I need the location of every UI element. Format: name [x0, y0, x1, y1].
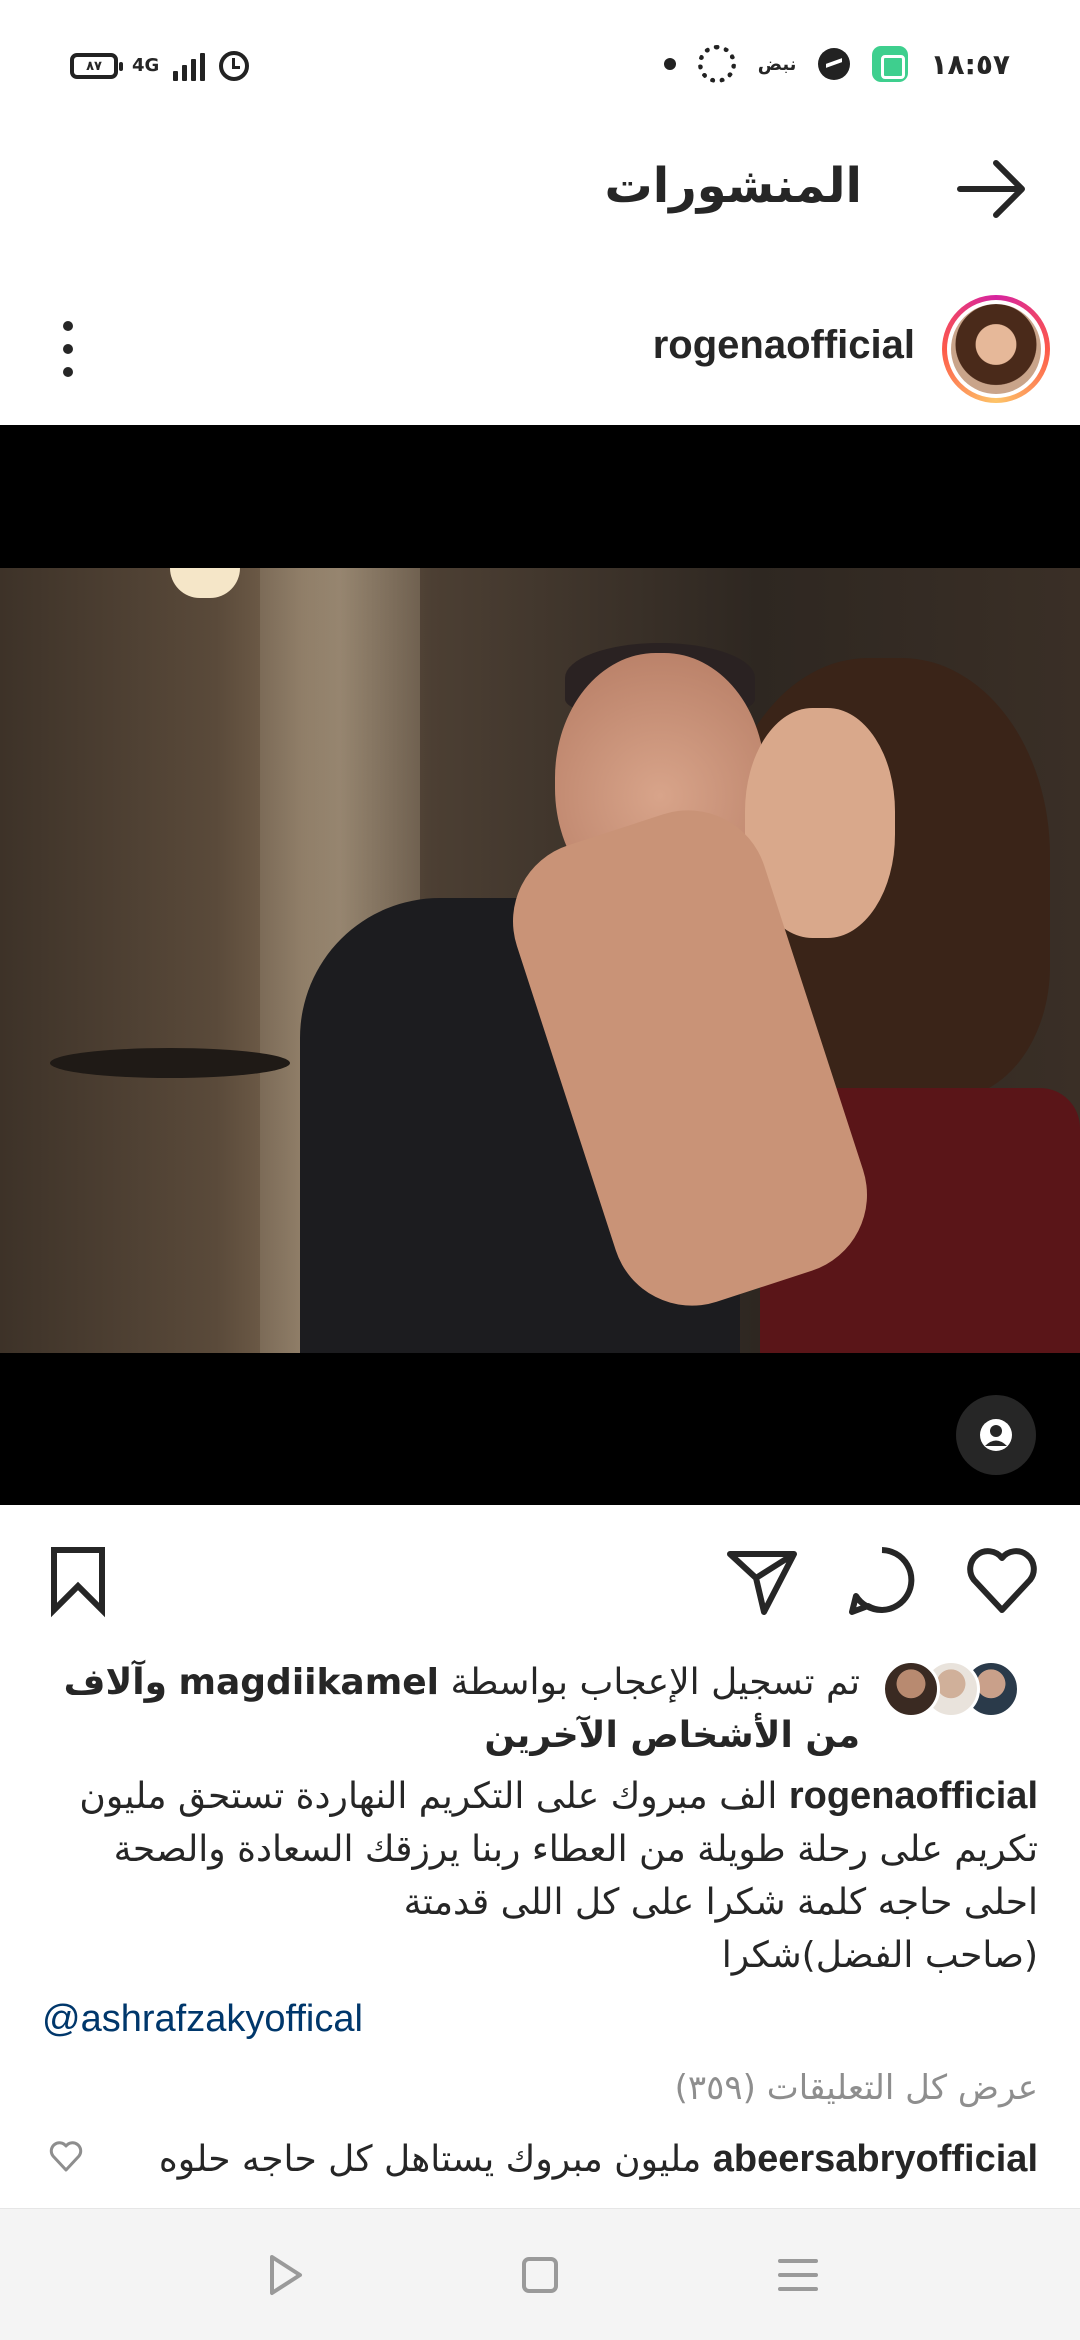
square-icon [522, 2257, 558, 2293]
notification-dot-icon [663, 58, 676, 70]
share-button[interactable] [724, 1542, 800, 1618]
comment-like-button[interactable] [48, 2138, 84, 2174]
alarm-icon [219, 51, 250, 81]
battery-icon: ٨٧ [70, 53, 123, 79]
heart-icon [967, 1548, 1037, 1613]
post-photo [0, 568, 1080, 1353]
post-actions [0, 1530, 1080, 1640]
clock: ١٨:٥٧ [930, 47, 1010, 81]
user-icon [980, 1419, 1012, 1451]
caption-line-4: (صاحب الفضل)شكرا [721, 1935, 1038, 1976]
send-icon [727, 1551, 797, 1615]
bookmark-icon [51, 1547, 105, 1618]
like-button[interactable] [964, 1542, 1040, 1618]
post-caption: rogenaofficial الف مبروك على التكريم الن… [38, 1770, 1038, 1982]
likes-prefix: تم تسجيل الإعجاب بواسطة [450, 1662, 860, 1703]
liker-avatars [880, 1660, 1020, 1720]
recents-nav-button[interactable] [770, 2247, 826, 2303]
caption-line-1: الف مبروك على التكريم النهاردة تستحق ملي… [79, 1776, 778, 1817]
status-bar: ٨٧ 4G نبض ١٨:٥٧ [0, 0, 1080, 130]
post-username[interactable]: rogenaofficial [653, 323, 915, 368]
back-button[interactable] [952, 154, 1032, 224]
tagged-users-button[interactable] [956, 1395, 1036, 1475]
page-title: المنشورات [604, 158, 862, 214]
mention-link[interactable]: @ashrafzakyoffical [42, 1998, 363, 2041]
avatar[interactable] [942, 295, 1050, 403]
system-nav-bar [0, 2208, 1080, 2340]
save-button[interactable] [40, 1542, 116, 1618]
view-all-comments[interactable]: عرض كل التعليقات (٣٥٩) [675, 2068, 1038, 2108]
post-header: rogenaofficial [0, 285, 1080, 415]
caption-line-3: احلى حاجه كلمة شكرا على كل اللى قدمتة [403, 1882, 1038, 1923]
heart-icon [49, 2141, 83, 2172]
back-nav-button[interactable] [256, 2247, 312, 2303]
comment-button[interactable] [844, 1542, 920, 1618]
profile-photo [951, 304, 1041, 394]
likes-text: تم تسجيل الإعجاب بواسطة magdiikamel وآلا… [40, 1656, 860, 1762]
menu-lines-icon [778, 2259, 818, 2291]
messenger-icon [818, 48, 851, 80]
home-nav-button[interactable] [512, 2247, 568, 2303]
pulse-app-icon [697, 45, 736, 83]
status-icons-left: ٨٧ 4G [70, 48, 250, 84]
likes-summary[interactable]: تم تسجيل الإعجاب بواسطة magdiikamel وآلا… [40, 1650, 1040, 1760]
arrow-right-icon [957, 160, 1025, 218]
caption-line-2: تكريم على رحلة طويلة من العطاء ربنا يرزق… [113, 1829, 1038, 1870]
play-triangle-icon [270, 2255, 302, 2295]
pulse-label: نبض [757, 53, 797, 75]
status-icons-right: نبض ١٨:٥٧ [663, 44, 1010, 84]
more-options-icon[interactable] [56, 321, 80, 377]
top-bar: المنشورات [0, 130, 1080, 250]
post-media[interactable] [0, 425, 1080, 1505]
comment-item: abeersabryofficial مليون مبروك يستاهل كل… [138, 2133, 1038, 2186]
caption-username[interactable]: rogenaofficial [789, 1775, 1038, 1817]
comment-text: مليون مبروك يستاهل كل حاجه حلوه [158, 2139, 702, 2180]
app-notification-icon [872, 46, 909, 82]
signal-icon [173, 51, 206, 81]
network-type: 4G [132, 55, 160, 76]
comment-icon [849, 1547, 915, 1615]
liker-username[interactable]: magdiikamel [178, 1662, 439, 1703]
comment-username[interactable]: abeersabryofficial [713, 2138, 1038, 2180]
